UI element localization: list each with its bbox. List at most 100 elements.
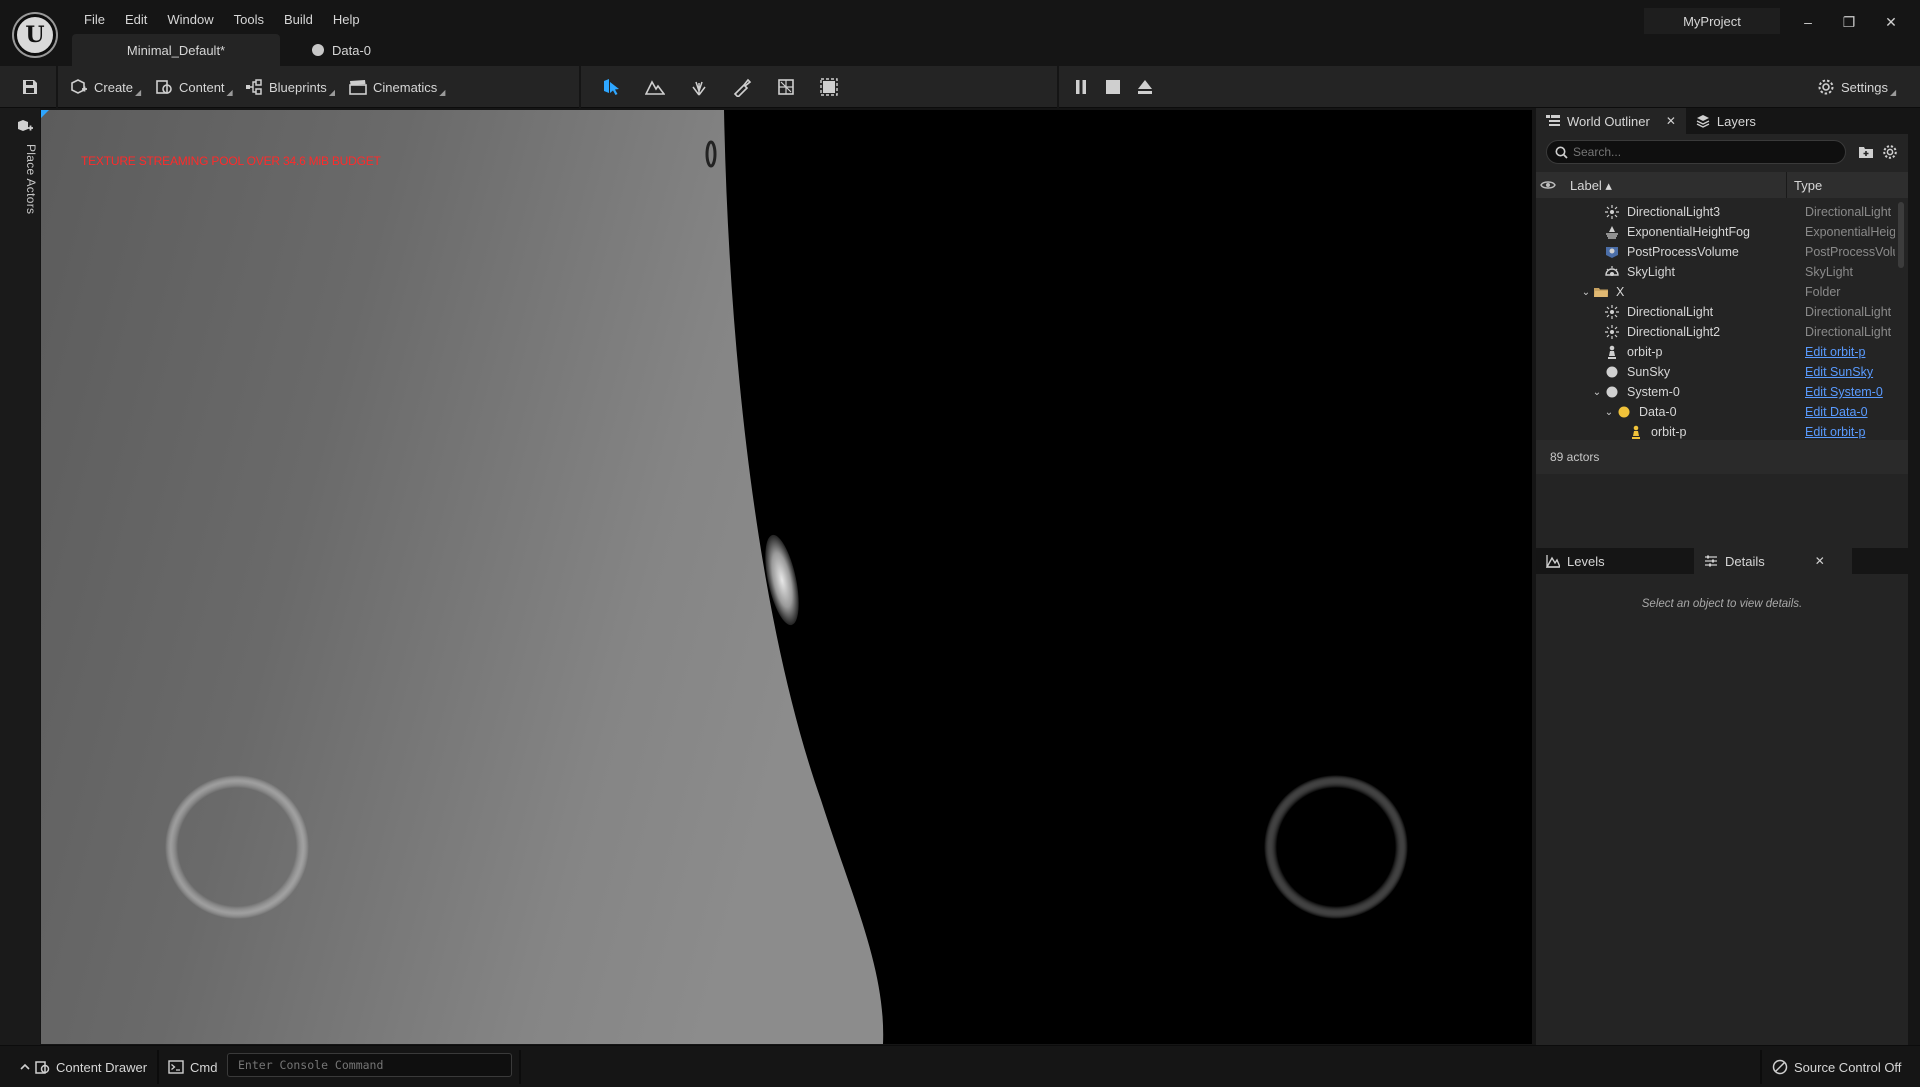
eye-icon[interactable] bbox=[1540, 178, 1556, 192]
column-label-header[interactable]: Label ▴ bbox=[1570, 178, 1612, 194]
tab-layers[interactable]: Layers bbox=[1686, 108, 1766, 134]
modeling-mode-icon[interactable] bbox=[817, 76, 841, 98]
close-button[interactable]: ✕ bbox=[1876, 10, 1906, 34]
document-tabs: Minimal_Default* Data-0 bbox=[72, 34, 403, 66]
console-command-input[interactable] bbox=[227, 1053, 512, 1077]
chevron-down-icon[interactable]: ⌄ bbox=[1603, 402, 1615, 422]
menu-window[interactable]: Window bbox=[157, 9, 223, 30]
eject-icon[interactable] bbox=[1133, 76, 1157, 98]
sphere-icon bbox=[1605, 385, 1619, 399]
fog-icon bbox=[1605, 225, 1619, 239]
tab-label: Data-0 bbox=[332, 42, 372, 58]
place-actors-label[interactable]: Place Actors bbox=[18, 144, 38, 244]
menu-help[interactable]: Help bbox=[323, 9, 370, 30]
outliner-search[interactable] bbox=[1546, 140, 1846, 164]
select-mode-icon[interactable] bbox=[599, 76, 623, 98]
column-type-header[interactable]: Type bbox=[1794, 178, 1822, 193]
outliner-row[interactable]: orbit-p Edit orbit-p bbox=[1536, 342, 1898, 362]
cinematics-button[interactable]: Cinematics ◢ bbox=[349, 75, 445, 99]
directional-light-icon bbox=[1605, 325, 1619, 339]
right-panels: World Outliner ✕ Layers Search... Label … bbox=[1536, 108, 1908, 1045]
outliner-search-row bbox=[1536, 134, 1908, 170]
content-drawer-button[interactable]: Content Drawer bbox=[20, 1057, 147, 1077]
unreal-logo-icon[interactable]: U bbox=[14, 14, 56, 56]
directional-light-icon bbox=[1605, 205, 1619, 219]
chevron-up-icon bbox=[20, 1059, 30, 1075]
close-icon[interactable]: ✕ bbox=[1815, 554, 1825, 568]
row-type: PostProcessVolume bbox=[1805, 245, 1895, 259]
status-bar: Content Drawer Cmd Source Control Off bbox=[0, 1045, 1920, 1087]
menu-tools[interactable]: Tools bbox=[224, 9, 274, 30]
search-input[interactable] bbox=[1573, 145, 1845, 159]
edit-link[interactable]: Edit orbit-p bbox=[1805, 345, 1895, 359]
row-type: DirectionalLight bbox=[1805, 205, 1892, 219]
folder-icon bbox=[1594, 285, 1608, 299]
save-icon[interactable] bbox=[18, 76, 42, 98]
menu-build[interactable]: Build bbox=[274, 9, 323, 30]
outliner-row[interactable]: SunSky Edit SunSky bbox=[1536, 362, 1898, 382]
row-name: ExponentialHeightFog bbox=[1627, 225, 1750, 239]
source-control-button[interactable]: Source Control Off bbox=[1772, 1057, 1901, 1077]
new-folder-icon[interactable] bbox=[1858, 144, 1874, 160]
tab-world-outliner[interactable]: World Outliner ✕ bbox=[1536, 108, 1686, 134]
content-button[interactable]: Content ◢ bbox=[155, 75, 233, 99]
create-button[interactable]: Create ◢ bbox=[70, 75, 141, 99]
main-toolbar: Create ◢ Content ◢ Blueprints ◢ Cinemati… bbox=[0, 66, 1920, 108]
gear-icon[interactable] bbox=[1882, 144, 1898, 160]
outliner-row[interactable]: ExponentialHeightFog ExponentialHeightFo… bbox=[1536, 222, 1898, 242]
details-tabs: Levels Details ✕ bbox=[1536, 548, 1908, 574]
minimize-button[interactable]: – bbox=[1793, 10, 1823, 34]
outliner-row[interactable]: DirectionalLight2 DirectionalLight bbox=[1536, 322, 1898, 342]
row-name: System-0 bbox=[1627, 385, 1680, 399]
console-input[interactable] bbox=[238, 1058, 511, 1072]
outliner-row-folder-x[interactable]: ⌄ X Folder bbox=[1536, 282, 1898, 302]
mesh-paint-mode-icon[interactable] bbox=[730, 76, 754, 98]
settings-button[interactable]: Settings ◢ bbox=[1817, 75, 1896, 99]
tab-data-0[interactable]: Data-0 bbox=[280, 34, 403, 66]
fracture-mode-icon[interactable] bbox=[774, 76, 798, 98]
pawn-icon bbox=[1605, 345, 1619, 359]
place-actors-icon[interactable] bbox=[17, 118, 33, 134]
foliage-mode-icon[interactable] bbox=[687, 76, 711, 98]
sphere-icon bbox=[312, 44, 324, 56]
title-bar: U File Edit Window Tools Build Help MyPr… bbox=[0, 0, 1920, 66]
edit-link[interactable]: Edit Data-0 bbox=[1805, 405, 1895, 419]
edit-link[interactable]: Edit orbit-p bbox=[1805, 425, 1895, 439]
row-name: PostProcessVolume bbox=[1627, 245, 1739, 259]
tab-level-minimal-default[interactable]: Minimal_Default* bbox=[72, 34, 280, 66]
details-icon bbox=[1704, 554, 1718, 568]
cmd-button[interactable]: Cmd bbox=[168, 1057, 217, 1077]
row-type: SkyLight bbox=[1805, 265, 1853, 279]
level-viewport[interactable]: TEXTURE STREAMING POOL OVER 34.6 MiB BUD… bbox=[41, 110, 1532, 1044]
menu-file[interactable]: File bbox=[74, 9, 115, 30]
outliner-row[interactable]: SkyLight SkyLight bbox=[1536, 262, 1898, 282]
blueprints-button[interactable]: Blueprints ◢ bbox=[245, 75, 335, 99]
restore-button[interactable]: ❐ bbox=[1834, 10, 1864, 34]
outliner-scrollbar[interactable] bbox=[1898, 202, 1904, 268]
gear-icon bbox=[1817, 78, 1835, 96]
levels-tab-label: Levels bbox=[1567, 553, 1605, 569]
outliner-row[interactable]: DirectionalLight DirectionalLight bbox=[1536, 302, 1898, 322]
cinematics-label: Cinematics bbox=[373, 79, 438, 95]
outliner-row[interactable]: ⌄ Data-0 Edit Data-0 bbox=[1536, 402, 1898, 422]
create-label: Create bbox=[94, 79, 134, 95]
outliner-row[interactable]: orbit-p Edit orbit-p bbox=[1536, 422, 1898, 440]
chevron-down-icon[interactable]: ⌄ bbox=[1580, 282, 1592, 302]
landscape-mode-icon[interactable] bbox=[643, 76, 667, 98]
tab-levels[interactable]: Levels bbox=[1536, 548, 1694, 574]
place-actors-strip[interactable]: Place Actors bbox=[0, 108, 40, 1045]
edit-link[interactable]: Edit System-0 bbox=[1805, 385, 1895, 399]
project-name: MyProject bbox=[1644, 8, 1780, 34]
menu-edit[interactable]: Edit bbox=[115, 9, 157, 30]
edit-link[interactable]: Edit SunSky bbox=[1805, 365, 1895, 379]
chevron-down-icon[interactable]: ⌄ bbox=[1591, 382, 1603, 402]
search-icon bbox=[1555, 146, 1568, 159]
tab-details[interactable]: Details ✕ bbox=[1694, 548, 1852, 574]
outliner-row[interactable]: ⌄ System-0 Edit System-0 bbox=[1536, 382, 1898, 402]
close-icon[interactable]: ✕ bbox=[1666, 114, 1676, 128]
pause-icon[interactable] bbox=[1069, 76, 1093, 98]
unreal-editor-window: U File Edit Window Tools Build Help MyPr… bbox=[0, 0, 1920, 1087]
outliner-row[interactable]: PostProcessVolume PostProcessVolume bbox=[1536, 242, 1898, 262]
outliner-row[interactable]: DirectionalLight3 DirectionalLight bbox=[1536, 202, 1898, 222]
stop-icon[interactable] bbox=[1101, 76, 1125, 98]
